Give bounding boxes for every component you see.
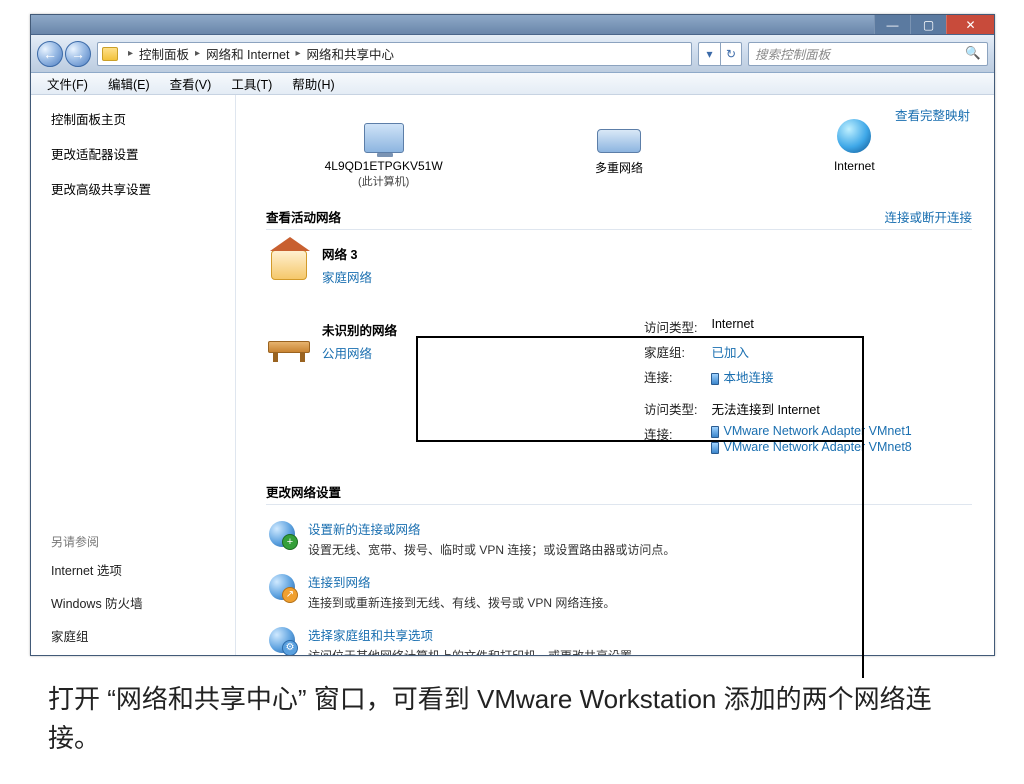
search-icon: 🔍 [965, 46, 981, 61]
setting-sharing-title: 选择家庭组和共享选项 [308, 625, 644, 644]
setting-connect-title: 连接到网络 [308, 572, 615, 591]
map-multi-net-name: 多重网络 [539, 159, 699, 176]
setting-connect-desc: 连接到或重新连接到无线、有线、拨号或 VPN 网络连接。 [308, 594, 615, 611]
network-map: 4L9QD1ETPGKV51W (此计算机) 多重网络 Internet [266, 109, 972, 189]
n1-conn-label: 连接: [638, 365, 703, 388]
menu-view[interactable]: 查看(V) [160, 74, 222, 93]
map-node-multi-net: 多重网络 [539, 109, 699, 176]
n1-conn-link[interactable]: 本地连接 [723, 371, 773, 385]
change-settings-heading: 更改网络设置 [266, 482, 972, 505]
nic-icon [711, 373, 719, 385]
menu-help[interactable]: 帮助(H) [282, 74, 344, 93]
map-this-pc-name: 4L9QD1ETPGKV51W [304, 159, 464, 173]
menu-bar: 文件(F) 编辑(E) 查看(V) 工具(T) 帮助(H) [31, 73, 994, 95]
setting-new-connection[interactable]: 设置新的连接或网络 设置无线、宽带、拨号、临时或 VPN 连接；或设置路由器或访… [266, 519, 972, 558]
home-network-icon [271, 250, 307, 280]
n1-access-value: Internet [705, 315, 779, 338]
vmnet8-link[interactable]: VMware Network Adapter VMnet8 [723, 440, 911, 454]
link-windows-firewall[interactable]: Windows 防火墙 [51, 593, 235, 612]
map-node-this-pc: 4L9QD1ETPGKV51W (此计算机) [304, 109, 464, 189]
close-button[interactable]: ✕ [946, 15, 994, 34]
figure-caption: 打开 “网络和共享中心” 窗口，可看到 VMware Workstation 添… [48, 680, 978, 758]
computer-icon [364, 123, 404, 153]
setting-connect-network[interactable]: 连接到网络 连接到或重新连接到无线、有线、拨号或 VPN 网络连接。 [266, 572, 972, 611]
address-bar[interactable]: ▸ 控制面板 ▸ 网络和 Internet ▸ 网络和共享中心 [97, 42, 692, 66]
chevron-right-icon: ▸ [291, 48, 304, 59]
setting-sharing-desc: 访问位于其他网络计算机上的文件和打印机，或更改共享设置。 [308, 647, 644, 655]
n1-access-label: 访问类型: [638, 315, 703, 338]
setting-homegroup-sharing[interactable]: 选择家庭组和共享选项 访问位于其他网络计算机上的文件和打印机，或更改共享设置。 [266, 625, 972, 655]
maximize-button[interactable]: ▢ [910, 15, 946, 34]
back-button[interactable]: ← [37, 41, 63, 67]
breadcrumb-sharing-center[interactable]: 网络和共享中心 [304, 44, 396, 63]
chevron-right-icon: ▸ [191, 48, 204, 59]
n1-homegroup-label: 家庭组: [638, 340, 703, 363]
nic-icon [711, 426, 719, 438]
router-icon [597, 129, 641, 153]
search-input[interactable]: 搜索控制面板 🔍 [748, 42, 988, 66]
menu-file[interactable]: 文件(F) [37, 74, 98, 93]
breadcrumb-network-internet[interactable]: 网络和 Internet [204, 44, 291, 63]
sidebar: 控制面板主页 更改适配器设置 更改高级共享设置 另请参阅 Internet 选项… [31, 95, 236, 655]
minimize-button[interactable]: — [874, 15, 910, 34]
forward-button[interactable]: → [65, 41, 91, 67]
n1-homegroup-link[interactable]: 已加入 [711, 346, 749, 360]
search-placeholder: 搜索控制面板 [755, 44, 830, 63]
setting-new-conn-title: 设置新的连接或网络 [308, 519, 675, 538]
network2-name: 未识别的网络 [322, 320, 397, 339]
nav-back-forward: ← → [37, 41, 91, 67]
menu-edit[interactable]: 编辑(E) [98, 74, 160, 93]
public-network-icon [268, 341, 310, 353]
network2-type-link[interactable]: 公用网络 [322, 343, 397, 362]
refresh-button[interactable]: ↻ [720, 42, 742, 66]
breadcrumb-control-panel[interactable]: 控制面板 [137, 44, 191, 63]
sharing-options-icon [269, 627, 295, 653]
window-titlebar: — ▢ ✕ [31, 15, 994, 35]
chevron-right-icon: ▸ [124, 48, 137, 59]
map-this-pc-sub: (此计算机) [304, 173, 464, 189]
address-dropdown[interactable]: ▾ [698, 42, 720, 66]
active-networks-title: 查看活动网络 [266, 207, 341, 226]
network-sharing-center-window: — ▢ ✕ ← → ▸ 控制面板 ▸ 网络和 Internet ▸ 网络和共享中… [30, 14, 995, 656]
network2-details: 访问类型: 无法连接到 Internet 连接: VMware Network … [636, 395, 976, 458]
nic-icon [711, 442, 719, 454]
link-homegroup[interactable]: 家庭组 [51, 626, 235, 645]
menu-tools[interactable]: 工具(T) [221, 74, 282, 93]
link-internet-options[interactable]: Internet 选项 [51, 560, 235, 579]
folder-icon [102, 47, 118, 61]
n2-access-label: 访问类型: [638, 397, 703, 420]
network-entry-1: 网络 3 家庭网络 [266, 244, 972, 286]
connect-network-icon [269, 574, 295, 600]
connect-disconnect-link[interactable]: 连接或断开连接 [884, 207, 972, 226]
setting-new-conn-desc: 设置无线、宽带、拨号、临时或 VPN 连接；或设置路由器或访问点。 [308, 541, 675, 558]
sidebar-change-adapter[interactable]: 更改适配器设置 [51, 144, 235, 163]
nav-toolbar: ← → ▸ 控制面板 ▸ 网络和 Internet ▸ 网络和共享中心 ▾ ↻ … [31, 35, 994, 73]
globe-icon [837, 119, 871, 153]
vmnet1-link[interactable]: VMware Network Adapter VMnet1 [723, 424, 911, 438]
sidebar-cp-home[interactable]: 控制面板主页 [51, 109, 235, 128]
n2-conn-label: 连接: [638, 422, 703, 456]
see-also-heading: 另请参阅 [51, 533, 235, 550]
new-connection-icon [269, 521, 295, 547]
map-internet-name: Internet [774, 159, 934, 173]
network1-type-link[interactable]: 家庭网络 [322, 267, 372, 286]
active-networks-heading: 查看活动网络 连接或断开连接 [266, 207, 972, 230]
view-full-map-link[interactable]: 查看完整映射 [895, 105, 970, 124]
network1-name: 网络 3 [322, 244, 372, 263]
sidebar-adv-sharing[interactable]: 更改高级共享设置 [51, 179, 235, 198]
network1-details: 访问类型: Internet 家庭组: 已加入 连接: 本地连接 [636, 313, 976, 390]
n2-access-value: 无法连接到 Internet [705, 397, 917, 420]
content-area: 查看完整映射 4L9QD1ETPGKV51W (此计算机) 多重网络 Inter… [236, 95, 994, 655]
